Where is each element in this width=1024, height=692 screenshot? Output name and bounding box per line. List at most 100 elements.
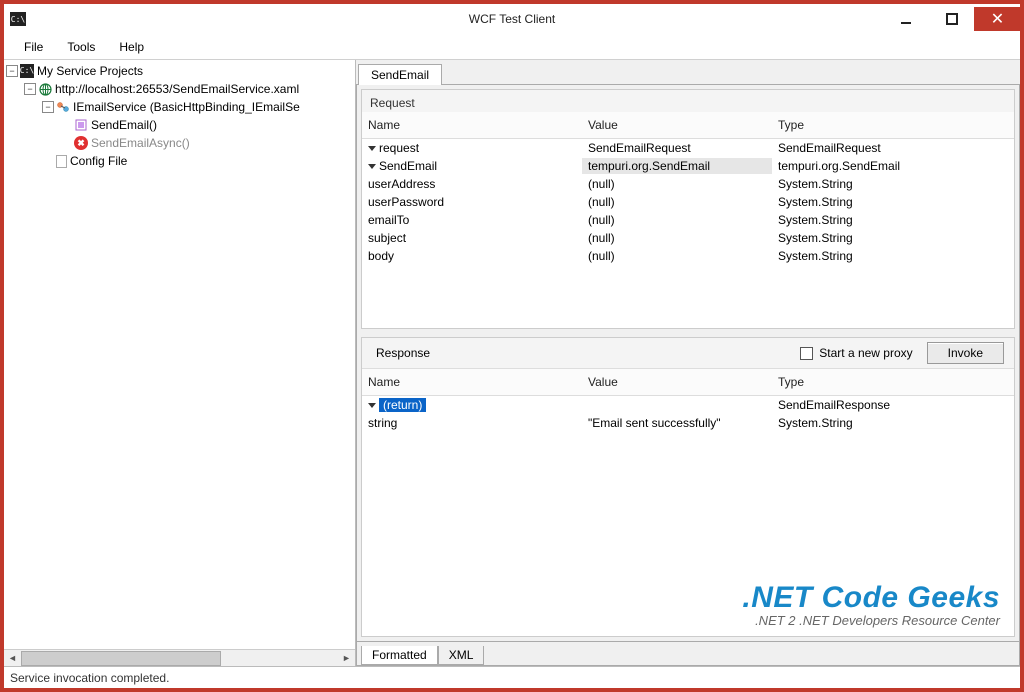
cell-type: tempuri.org.SendEmail [772,158,1014,174]
cell-name: SendEmail [362,158,582,174]
expand-icon[interactable] [368,146,376,151]
response-section: Response Start a new proxy Invoke Name V… [361,337,1015,637]
tree-hscrollbar[interactable]: ◄ ► [4,649,355,666]
tree-collapse-icon[interactable]: − [6,65,18,77]
cell-value[interactable]: (null) [582,248,772,264]
statusbar: Service invocation completed. [4,666,1020,688]
tab-formatted[interactable]: Formatted [361,646,438,665]
operation-panel: Request Name Value Type request SendEmail… [356,84,1020,666]
col-type[interactable]: Type [772,116,1014,134]
grid-row[interactable]: request SendEmailRequestSendEmailRequest [362,139,1014,157]
cell-value[interactable]: SendEmailRequest [582,140,772,156]
cell-value[interactable]: (null) [582,212,772,228]
row-name: userAddress [368,177,435,191]
col-value[interactable]: Value [582,116,772,134]
response-toolbar: Response Start a new proxy Invoke [362,338,1014,369]
scroll-right-icon[interactable]: ► [338,650,355,667]
status-text: Service invocation completed. [10,671,169,685]
grid-row[interactable]: (return)SendEmailResponse [362,396,1014,414]
cell-type: System.String [772,176,1014,192]
cell-value[interactable]: tempuri.org.SendEmail [582,158,772,174]
col-type[interactable]: Type [772,373,1014,391]
tree-method-sendemailasync[interactable]: ✖ SendEmailAsync() [6,134,353,152]
grid-row[interactable]: userPassword(null)System.String [362,193,1014,211]
grid-row[interactable]: userAddress (null)System.String [362,175,1014,193]
detail-pane: SendEmail Request Name Value Type reques… [356,60,1020,666]
cell-name: body [362,248,582,264]
tree-method2-label: SendEmailAsync() [91,134,190,152]
window-controls: ✕ [882,7,1020,31]
tree-method1-label: SendEmail() [91,116,157,134]
cell-type: System.String [772,212,1014,228]
error-icon: ✖ [74,136,88,150]
row-name: (return) [379,398,426,412]
tree-config[interactable]: Config File [6,152,353,170]
grid-row[interactable]: body(null)System.String [362,247,1014,265]
tab-xml[interactable]: XML [438,646,485,665]
grid-row[interactable]: string"Email sent successfully"System.St… [362,414,1014,432]
request-grid[interactable]: requestSendEmailRequestSendEmailRequestS… [362,139,1014,328]
grid-row[interactable]: subject(null)System.String [362,229,1014,247]
window-title: WCF Test Client [469,12,555,26]
expand-icon[interactable] [368,164,376,169]
col-name[interactable]: Name [362,373,582,391]
tree-service[interactable]: − IEmailService (BasicHttpBinding_IEmail… [6,98,353,116]
menu-tools[interactable]: Tools [57,36,105,58]
tree-service-label: IEmailService (BasicHttpBinding_IEmailSe [73,98,300,116]
cell-value[interactable]: "Email sent successfully" [582,415,772,431]
row-name: subject [368,231,406,245]
request-section: Request Name Value Type request SendEmail… [361,89,1015,329]
tree-root[interactable]: − C:\ My Service Projects [6,62,353,80]
cell-value[interactable]: (null) [582,194,772,210]
start-proxy-checkbox[interactable]: Start a new proxy [800,346,912,360]
close-button[interactable]: ✕ [974,7,1020,31]
minimize-button[interactable] [882,7,928,31]
cell-name: (return) [362,397,582,413]
proxy-label: Start a new proxy [819,346,912,360]
app-icon: C:\ [10,12,26,26]
grid-row[interactable]: SendEmailtempuri.org.SendEmailtempuri.or… [362,157,1014,175]
tab-sendemail[interactable]: SendEmail [358,64,442,85]
expand-icon[interactable] [368,403,376,408]
row-name: request [379,141,419,155]
invoke-button[interactable]: Invoke [927,342,1004,364]
response-grid[interactable]: (return)SendEmailResponsestring"Email se… [362,396,1014,636]
content-area: − C:\ My Service Projects − http://local… [4,60,1020,666]
tree-method-sendemail[interactable]: SendEmail() [6,116,353,134]
scroll-thumb[interactable] [21,651,221,666]
menu-help[interactable]: Help [109,36,154,58]
menu-file[interactable]: File [14,36,53,58]
grid-row[interactable]: emailTo (null)System.String [362,211,1014,229]
tree-service-url[interactable]: − http://localhost:26553/SendEmailServic… [6,80,353,98]
titlebar: C:\ WCF Test Client ✕ [4,4,1020,34]
cell-name: userPassword [362,194,582,210]
cell-name: string [362,415,582,431]
checkbox-icon [800,347,813,360]
row-name: emailTo [368,213,409,227]
cell-value[interactable]: (null) [582,230,772,246]
request-grid-header: Name Value Type [362,112,1014,139]
maximize-button[interactable] [928,7,974,31]
tree-root-label: My Service Projects [37,62,143,80]
menubar: File Tools Help [4,34,1020,60]
tree-collapse-icon[interactable]: − [24,83,36,95]
scroll-left-icon[interactable]: ◄ [4,650,21,667]
request-title: Request [362,90,1014,112]
cell-name: userAddress [362,176,582,192]
cell-value[interactable]: (null) [582,176,772,192]
col-name[interactable]: Name [362,116,582,134]
tree-collapse-icon[interactable]: − [42,101,54,113]
service-tree[interactable]: − C:\ My Service Projects − http://local… [4,60,355,649]
col-value[interactable]: Value [582,373,772,391]
cell-type: System.String [772,415,1014,431]
projects-icon: C:\ [20,64,34,78]
cell-name: emailTo [362,212,582,228]
row-name: userPassword [368,195,444,209]
cell-type: SendEmailRequest [772,140,1014,156]
globe-icon [38,82,52,96]
row-name: body [368,249,394,263]
tree-config-label: Config File [70,152,127,170]
app-window: C:\ WCF Test Client ✕ File Tools Help − … [0,0,1024,692]
cell-name: request [362,140,582,156]
cell-value[interactable] [582,397,772,413]
